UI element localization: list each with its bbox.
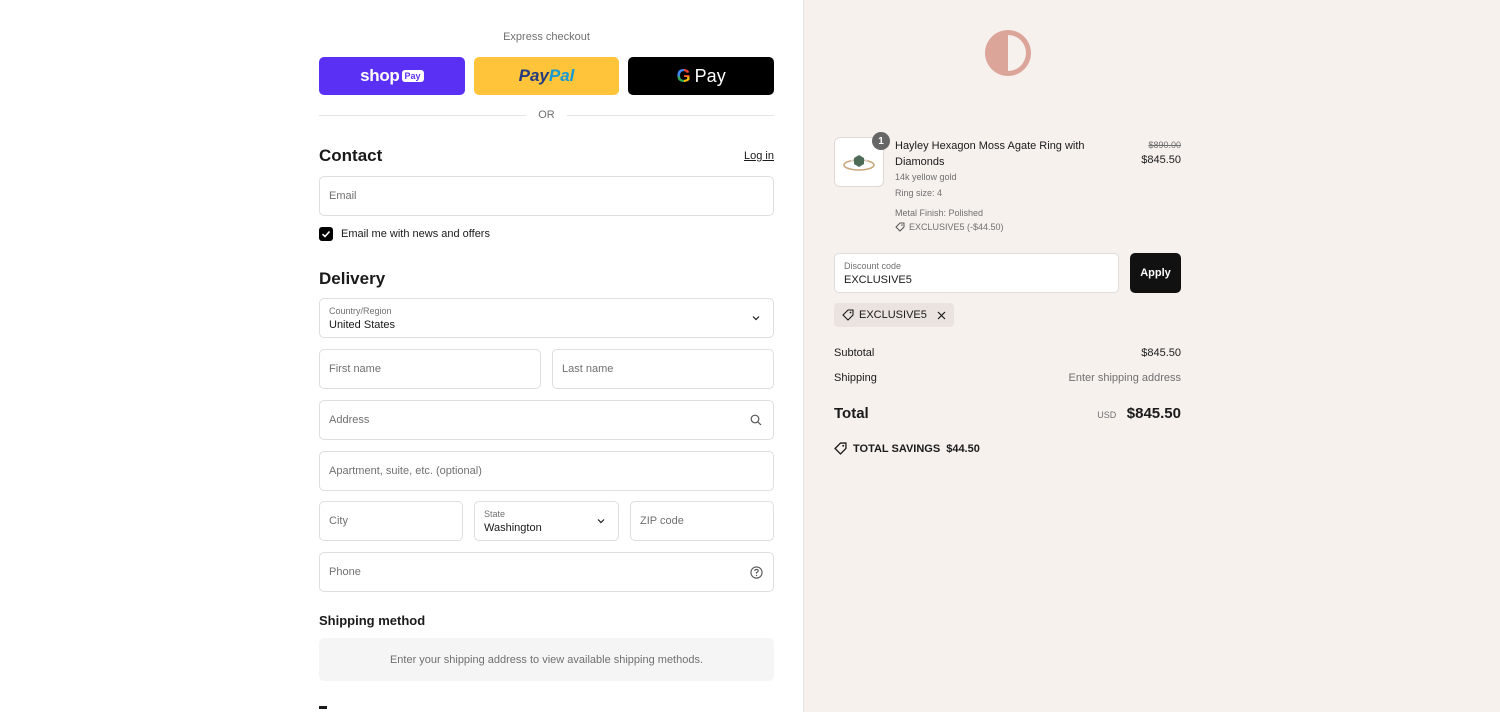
- zip-field[interactable]: ZIP code: [630, 501, 774, 541]
- original-price: $890.00: [1148, 140, 1181, 150]
- applied-discount-chip: EXCLUSIVE5: [834, 303, 954, 327]
- contact-heading: Contact: [319, 146, 383, 165]
- shop-pay-button[interactable]: shop Pay: [319, 57, 465, 95]
- last-name-placeholder: Last name: [562, 363, 614, 375]
- help-icon[interactable]: [749, 565, 763, 579]
- email-field[interactable]: Email: [319, 176, 774, 216]
- tag-icon: [895, 222, 905, 232]
- apply-discount-button[interactable]: Apply: [1130, 253, 1181, 293]
- chevron-down-icon: [594, 514, 608, 528]
- shipping-value: Enter shipping address: [1068, 372, 1181, 384]
- paypal-logo-part2: Pal: [548, 66, 575, 85]
- apartment-placeholder: Apartment, suite, etc. (optional): [329, 465, 482, 477]
- order-summary-panel: 1 Hayley Hexagon Moss Agate Ring with Di…: [804, 0, 1500, 712]
- tag-icon: [834, 442, 847, 455]
- city-placeholder: City: [329, 515, 348, 527]
- product-finish: Metal Finish: Polished: [895, 208, 984, 218]
- country-label: Country/Region: [329, 306, 392, 316]
- newsletter-checkbox[interactable]: [319, 227, 333, 241]
- subtotal-label: Subtotal: [834, 347, 875, 359]
- express-checkout-title: Express checkout: [503, 31, 590, 43]
- google-pay-logo: G Pay: [677, 66, 726, 87]
- shipping-label: Shipping: [834, 372, 877, 384]
- phone-field[interactable]: Phone: [319, 552, 774, 592]
- next-section-heading-edge: [319, 706, 327, 709]
- discount-code-label: Discount code: [844, 261, 902, 271]
- paypal-logo-part1: Pay: [518, 66, 549, 85]
- tag-icon: [842, 309, 854, 321]
- shop-pay-logo: shop: [360, 66, 400, 85]
- or-text: OR: [538, 109, 555, 121]
- apartment-field[interactable]: Apartment, suite, etc. (optional): [319, 451, 774, 491]
- shipping-method-heading: Shipping method: [319, 613, 426, 628]
- country-select[interactable]: Country/Region United States: [319, 298, 774, 338]
- delivery-heading: Delivery: [319, 269, 386, 288]
- applied-discount-code: EXCLUSIVE5: [859, 309, 927, 321]
- state-select[interactable]: State Washington: [474, 501, 619, 541]
- address-placeholder: Address: [329, 414, 370, 426]
- google-pay-label: Pay: [694, 65, 726, 86]
- discount-code-field[interactable]: Discount code EXCLUSIVE5: [834, 253, 1119, 293]
- newsletter-label: Email me with news and offers: [341, 228, 490, 240]
- google-pay-button[interactable]: G Pay: [628, 57, 775, 95]
- login-link[interactable]: Log in: [744, 150, 774, 162]
- divider-line: [566, 114, 774, 116]
- chevron-down-icon: [749, 311, 763, 325]
- search-icon: [749, 413, 763, 427]
- email-placeholder: Email: [329, 190, 357, 202]
- google-g-icon: G: [676, 65, 691, 86]
- total-savings-value: $44.50: [946, 442, 980, 455]
- subtotal-value: $845.50: [1141, 347, 1181, 359]
- total-row: Total USD $845.50: [834, 405, 1181, 423]
- total-value: $845.50: [1126, 405, 1181, 422]
- item-discount: EXCLUSIVE5 (-$44.50): [895, 222, 1004, 232]
- shop-pay-badge: Pay: [401, 70, 424, 82]
- first-name-placeholder: First name: [329, 363, 381, 375]
- shipping-method-notice: Enter your shipping address to view avai…: [319, 638, 774, 681]
- checkmark-icon: [321, 230, 331, 238]
- last-name-field[interactable]: Last name: [552, 349, 774, 389]
- checkout-form-panel: Express checkout shop Pay PayPal G Pay O…: [0, 0, 804, 712]
- city-field[interactable]: City: [319, 501, 463, 541]
- total-label: Total: [834, 405, 869, 422]
- total-savings-label: TOTAL SAVINGS: [853, 442, 941, 455]
- total-currency: USD: [1097, 410, 1117, 420]
- product-variant: 14k yellow gold: [895, 172, 957, 182]
- item-discount-text: EXCLUSIVE5 (-$44.50): [909, 222, 1004, 232]
- express-checkout-buttons: shop Pay PayPal G Pay: [319, 57, 775, 95]
- phone-placeholder: Phone: [329, 566, 361, 578]
- shipping-row: Shipping Enter shipping address: [834, 372, 1181, 384]
- product-ring-size: Ring size: 4: [895, 188, 943, 198]
- country-value: United States: [329, 319, 396, 331]
- store-logo[interactable]: [984, 29, 1032, 77]
- total-amount-group: USD $845.50: [1097, 405, 1181, 423]
- subtotal-row: Subtotal $845.50: [834, 347, 1181, 359]
- first-name-field[interactable]: First name: [319, 349, 541, 389]
- address-field[interactable]: Address: [319, 400, 774, 440]
- newsletter-option: Email me with news and offers: [319, 227, 490, 241]
- total-savings: TOTAL SAVINGS $44.50: [834, 442, 980, 455]
- discount-code-value: EXCLUSIVE5: [844, 274, 912, 286]
- product-name: Hayley Hexagon Moss Agate Ring with Diam…: [895, 140, 1085, 168]
- state-value: Washington: [484, 522, 542, 534]
- paypal-button[interactable]: PayPal: [473, 57, 620, 95]
- quantity-badge: 1: [872, 132, 890, 150]
- remove-discount-icon[interactable]: [937, 311, 946, 320]
- paypal-logo: PayPal: [519, 66, 575, 86]
- state-label: State: [484, 509, 506, 519]
- zip-placeholder: ZIP code: [640, 515, 684, 527]
- divider-line: [319, 114, 527, 116]
- or-divider: OR: [319, 109, 774, 121]
- discounted-price: $845.50: [1141, 154, 1181, 166]
